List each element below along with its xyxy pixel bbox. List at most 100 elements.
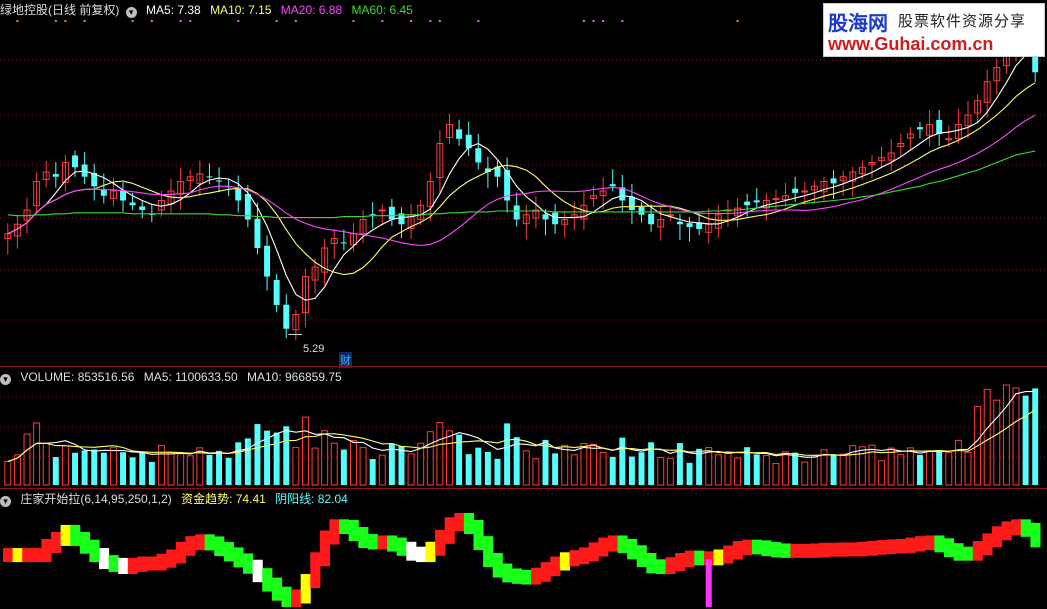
indicator-bar: [550, 556, 561, 577]
indicator-bar: [809, 543, 820, 558]
volume-bar: [906, 447, 914, 486]
volume-bar: [42, 442, 50, 486]
signal-dot: [438, 20, 441, 22]
indicator-bar: [223, 542, 234, 562]
indicator-bar: [358, 527, 369, 549]
volume-bar: [734, 457, 742, 486]
volume-bar: [301, 416, 309, 486]
dropdown-icon[interactable]: ▾: [0, 496, 11, 507]
indicator-bar: [425, 541, 436, 563]
volume-bar: [81, 450, 88, 485]
volume-bar: [359, 447, 367, 486]
volume-bar: [552, 453, 559, 485]
volume-bar: [292, 446, 300, 486]
dropdown-icon[interactable]: ▾: [0, 374, 11, 385]
candle-body: [456, 129, 463, 139]
volume-bar: [61, 445, 69, 486]
candle-body: [72, 155, 78, 168]
indicator-bar: [905, 537, 916, 553]
signal-dot: [381, 20, 384, 22]
indicator-bar: [454, 513, 465, 532]
indicator-bar: [559, 552, 571, 571]
ma20-value: MA20: 6.88: [280, 3, 343, 17]
indicator-bar: [22, 548, 33, 563]
volume-bar: [590, 443, 597, 486]
volume-bar: [340, 449, 347, 485]
dropdown-icon[interactable]: ▾: [125, 7, 137, 18]
indicator-bar: [723, 545, 734, 564]
volume-bar: [436, 422, 444, 486]
candle-body: [917, 127, 923, 130]
volume-bar: [580, 442, 588, 486]
volume-bar: [225, 457, 232, 485]
volume-bar: [686, 462, 693, 485]
indicator-bar: [300, 574, 311, 604]
volume-bar: [1032, 388, 1039, 485]
volume-bar: [983, 388, 991, 486]
volume-bar: [157, 445, 165, 486]
logo-tagline: 股票软件资源分享: [898, 12, 1027, 30]
indicator-bar: [60, 524, 71, 546]
candle-body: [283, 304, 290, 329]
signal-dot: [179, 20, 182, 22]
volume-bar: [504, 423, 511, 485]
signal-dot: [16, 20, 19, 22]
indicator-bar: [31, 548, 42, 563]
indicator-panel[interactable]: ▾ 庄家开始拉(6,14,95,250,1,2) 资金趋势: 74.41 阴阳线…: [0, 489, 1047, 609]
volume-chart[interactable]: [0, 367, 1047, 488]
signal-dot: [736, 20, 739, 22]
candle-body: [206, 176, 213, 178]
volume-bar: [475, 447, 482, 485]
volume-bar: [628, 456, 635, 485]
volume-bar: [186, 455, 194, 486]
volume-bar: [120, 452, 126, 485]
volume-bar: [676, 443, 683, 485]
volume-legend: ▾ VOLUME: 853516.56 MA5: 1100633.50 MA10…: [0, 369, 348, 385]
price-panel[interactable]: 绿地控股(日线 前复权) ▾ MA5: 7.38 MA10: 7.15 MA20…: [0, 0, 1047, 368]
indicator-bar: [214, 536, 225, 557]
volume-bar: [532, 458, 540, 486]
signal-dot: [582, 20, 585, 22]
signal-dot: [83, 20, 86, 22]
candle-body: [648, 213, 655, 225]
signal-dot: [410, 20, 413, 22]
volume-bar: [321, 430, 329, 486]
volume-bar: [465, 454, 472, 485]
indicator-bar: [175, 541, 186, 564]
volume-bar: [792, 452, 799, 485]
indicator-bar: [982, 533, 993, 556]
candle-body: [513, 205, 520, 220]
indicator-bar: [166, 549, 177, 568]
candle-body: [475, 148, 482, 163]
volume-panel[interactable]: ▾ VOLUME: 853516.56 MA5: 1100633.50 MA10…: [0, 367, 1047, 488]
candle-body: [638, 206, 645, 215]
indicator-chart[interactable]: [0, 489, 1047, 609]
indicator-bar: [991, 526, 1003, 548]
indicator-bar: [857, 541, 868, 557]
candle-body: [542, 214, 549, 220]
indicator-bar: [89, 539, 100, 563]
indicator-bar: [252, 559, 263, 583]
ma5-line: [7, 52, 1036, 301]
candle-body: [340, 242, 347, 244]
indicator-bar: [204, 534, 215, 551]
candle-body: [830, 178, 837, 184]
volume-bar: [609, 456, 616, 485]
volume-bar: [52, 457, 59, 485]
indicator-bar: [828, 542, 839, 557]
volume-bar: [311, 447, 319, 486]
volume-bar: [369, 459, 376, 485]
candle-body: [628, 196, 635, 210]
candle-body: [388, 206, 395, 220]
indicator-bar: [339, 519, 350, 535]
volume-bar: [148, 461, 155, 485]
volume-bar: [426, 431, 434, 486]
signal-dot: [131, 20, 134, 22]
volume-bar: [254, 424, 261, 485]
indicator-bar: [684, 550, 695, 567]
indicator-bar: [185, 536, 196, 556]
indicator-bar: [243, 553, 254, 574]
indicator-bar: [531, 567, 542, 585]
candle-body: [753, 200, 760, 203]
volume-bar: [993, 399, 1001, 486]
